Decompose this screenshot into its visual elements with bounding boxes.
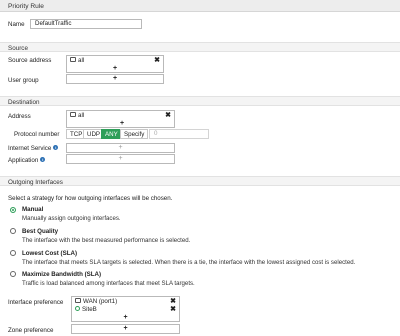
internet-service-label-text: Internet Service	[8, 145, 52, 152]
user-group-field[interactable]: +	[66, 74, 164, 84]
strategy-prompt: Select a strategy for how outgoing inter…	[8, 195, 173, 202]
name-label: Name	[8, 21, 25, 28]
destination-heading: Destination	[8, 98, 40, 106]
protocol-specify-button[interactable]: Specify	[120, 129, 149, 139]
strategy-manual-title[interactable]: Manual	[22, 206, 43, 213]
source-heading: Source	[8, 44, 28, 52]
outgoing-interfaces-heading: Outgoing Interfaces	[8, 178, 63, 186]
strategy-lowest-cost-radio[interactable]	[10, 250, 16, 256]
address-icon	[70, 56, 76, 62]
source-address-entry[interactable]: all ✖	[70, 56, 160, 65]
zone-preference-label: Zone preference	[8, 327, 54, 334]
protocol-any-button[interactable]: ANY	[101, 129, 122, 139]
strategy-best-quality-radio[interactable]	[10, 228, 16, 234]
source-section-header: Source	[0, 42, 400, 52]
internet-service-field[interactable]: +	[66, 143, 175, 153]
address-icon	[70, 111, 76, 117]
source-address-label: Source address	[8, 57, 52, 64]
add-source-address-button[interactable]: +	[67, 65, 163, 73]
source-address-field[interactable]: all ✖ +	[66, 55, 164, 73]
internet-service-label: Internet Service i	[8, 144, 59, 152]
protocol-segmented-control: TCP UDP ANY Specify	[66, 129, 150, 139]
interface-entry-label: WAN (port1)	[83, 298, 118, 305]
application-label-text: Application	[8, 157, 39, 164]
interface-preference-label: Interface preference	[8, 299, 64, 306]
strategy-max-bandwidth-title[interactable]: Maximize Bandwidth (SLA)	[22, 271, 101, 278]
zone-preference-field[interactable]: +	[71, 324, 180, 334]
destination-address-entry[interactable]: all ✖	[70, 111, 171, 120]
strategy-lowest-cost-desc: The interface that meets SLA targets is …	[22, 259, 356, 266]
remove-icon[interactable]: ✖	[170, 306, 176, 314]
strategy-max-bandwidth-desc: Traffic is load balanced among interface…	[22, 280, 195, 287]
interface-entry[interactable]: SiteB ✖	[75, 305, 176, 314]
add-user-group-button[interactable]: +	[67, 75, 163, 83]
strategy-lowest-cost-title[interactable]: Lowest Cost (SLA)	[22, 250, 77, 257]
application-label: Application i	[8, 156, 46, 164]
dialog-title: Priority Rule	[8, 2, 44, 10]
destination-section-header: Destination	[0, 96, 400, 106]
port-icon	[75, 297, 81, 303]
remove-icon[interactable]: ✖	[165, 112, 171, 120]
add-zone-button[interactable]: +	[72, 325, 179, 333]
dialog-title-bar: Priority Rule	[0, 0, 400, 12]
user-group-label: User group	[8, 77, 39, 84]
add-internet-service-button[interactable]: +	[67, 144, 174, 152]
add-destination-address-button[interactable]: +	[67, 120, 177, 128]
interface-entry-label: SiteB	[82, 306, 97, 313]
remove-icon[interactable]: ✖	[170, 298, 176, 306]
add-interface-button[interactable]: +	[72, 314, 179, 322]
strategy-max-bandwidth-radio[interactable]	[10, 271, 16, 277]
destination-address-entry-label: all	[78, 112, 85, 119]
application-field[interactable]: +	[66, 154, 175, 164]
info-icon[interactable]: i	[40, 156, 46, 162]
vpn-icon	[75, 305, 80, 311]
protocol-number-label: Protocol number	[14, 131, 60, 138]
interface-entry[interactable]: WAN (port1) ✖	[75, 297, 176, 306]
strategy-best-quality-desc: The interface with the best measured per…	[22, 237, 191, 244]
strategy-manual-desc: Manually assign outgoing interfaces.	[22, 215, 121, 222]
outgoing-interfaces-section-header: Outgoing Interfaces	[0, 176, 400, 186]
strategy-best-quality-title[interactable]: Best Quality	[22, 228, 58, 235]
destination-address-field[interactable]: all ✖ +	[66, 110, 175, 128]
remove-icon[interactable]: ✖	[154, 57, 160, 65]
strategy-manual-radio[interactable]	[10, 207, 16, 213]
destination-address-label: Address	[8, 113, 31, 120]
source-address-entry-label: all	[78, 57, 85, 64]
info-icon[interactable]: i	[53, 144, 59, 150]
protocol-number-input[interactable]: 0	[149, 129, 209, 139]
name-input[interactable]: DefaultTraffic	[30, 19, 142, 29]
interface-preference-field[interactable]: WAN (port1) ✖ SiteB ✖ +	[71, 296, 180, 322]
add-application-button[interactable]: +	[67, 155, 174, 163]
